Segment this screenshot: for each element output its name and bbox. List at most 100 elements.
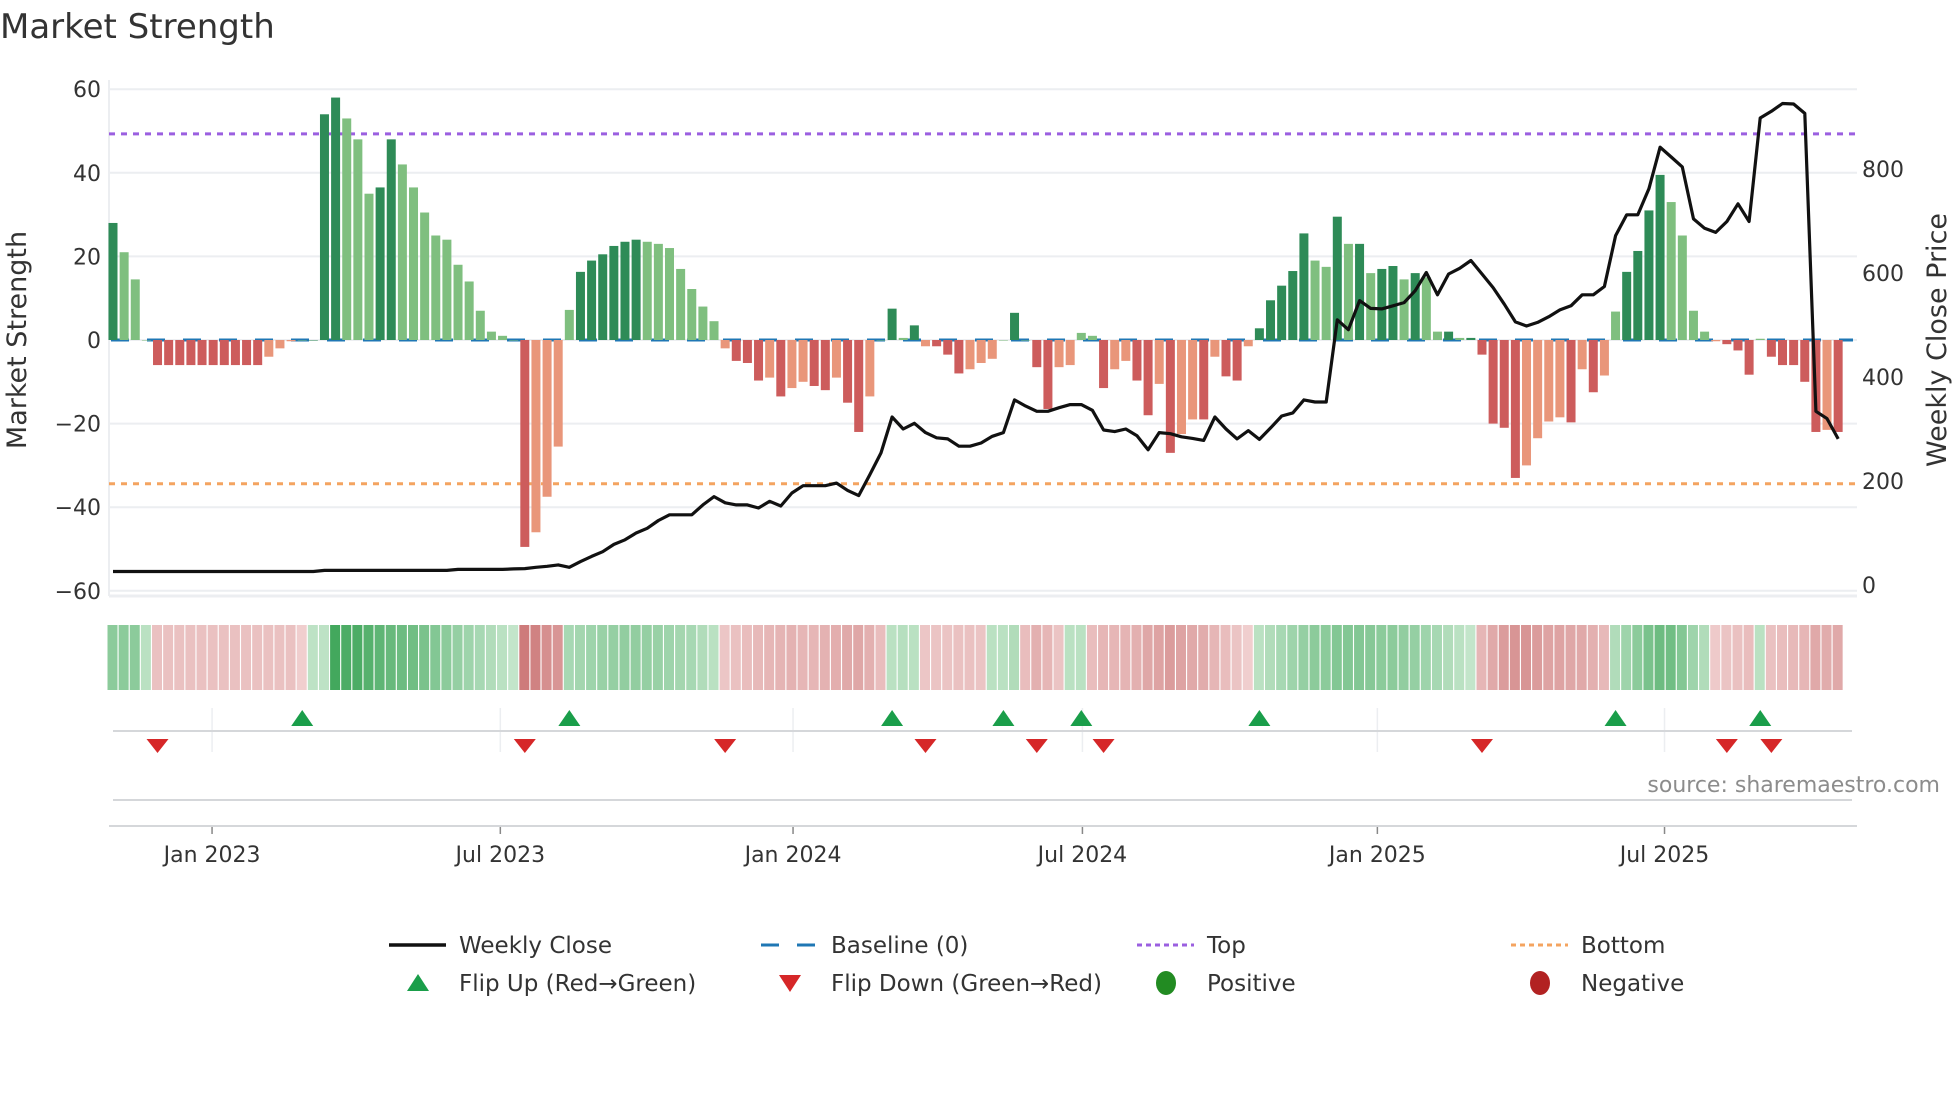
strength-bar: [575, 271, 585, 340]
heatmap-cell: [1610, 625, 1621, 690]
strength-bar: [242, 340, 252, 366]
heatmap-cell: [574, 625, 585, 690]
strength-bar: [665, 248, 674, 340]
x-tick-label: Jul 2023: [454, 843, 546, 868]
strength-bar: [1188, 340, 1198, 420]
strength-bar: [197, 340, 207, 366]
heatmap-cell: [1354, 625, 1365, 690]
heatmap-cell: [1699, 625, 1710, 690]
heatmap-cell: [1765, 625, 1776, 690]
heatmap-cell: [1020, 625, 1031, 690]
strength-bar: [765, 340, 775, 378]
strength-bar: [453, 264, 463, 340]
strength-bar: [1744, 340, 1754, 375]
strength-bar: [1566, 340, 1576, 423]
heatmap-cell: [541, 625, 552, 690]
heatmap-cell: [1710, 625, 1721, 690]
heatmap-cell: [341, 625, 352, 690]
heatmap-cell: [686, 625, 697, 690]
triangle-down-icon: [779, 975, 801, 992]
flip-up-marker-icon: [881, 710, 904, 726]
strength-bar: [353, 139, 363, 340]
heatmap-cell: [1342, 625, 1353, 690]
legend: Weekly Close Baseline (0) Top Bottom Flip Up…: [389, 933, 1684, 997]
heatmap-cell: [1821, 625, 1832, 690]
heatmap-cell: [374, 625, 385, 690]
strength-bar: [141, 340, 151, 341]
triangle-up-icon: [407, 974, 429, 991]
heatmap-cell: [719, 625, 730, 690]
strength-bar: [153, 340, 163, 366]
heatmap-cell: [430, 625, 441, 690]
heatmap-cell: [664, 625, 674, 690]
heatmap-cell: [1532, 625, 1543, 690]
strength-bar: [1355, 243, 1365, 340]
heatmap-cell: [296, 625, 307, 690]
strength-bar: [709, 321, 719, 340]
flip-up-marker-icon: [992, 710, 1015, 726]
heatmap-cell: [252, 625, 263, 690]
strength-bar: [776, 340, 786, 397]
strength-bar: [1254, 328, 1264, 340]
legend-label: Bottom: [1581, 933, 1665, 959]
strength-bar: [486, 331, 496, 340]
strength-bar: [1121, 340, 1131, 361]
heatmap-cell: [797, 625, 808, 690]
strength-bar: [976, 340, 986, 363]
strength-bar: [331, 97, 341, 340]
strength-bar: [1199, 340, 1209, 420]
strength-bar: [1432, 331, 1442, 340]
y-tick-label: −40: [55, 496, 101, 521]
heatmap-cell: [1498, 625, 1509, 690]
legend-label: Flip Up (Red→Green): [459, 971, 696, 997]
y-tick-label: −60: [55, 580, 101, 605]
heatmap-cell: [997, 625, 1008, 690]
heatmap-cell: [1298, 625, 1309, 690]
heatmap-cell: [1265, 625, 1276, 690]
heatmap-cell: [675, 625, 686, 690]
strength-bar: [1076, 332, 1086, 340]
strength-bar: [1666, 202, 1676, 340]
heatmap-cell: [463, 625, 474, 690]
strength-bar: [431, 235, 441, 340]
strength-bar: [1555, 340, 1565, 418]
heatmap-cell: [1031, 625, 1042, 690]
heatmap-cell: [1543, 625, 1554, 690]
strength-bar: [1700, 331, 1710, 340]
heatmap-cell: [485, 625, 496, 690]
strength-bar: [1688, 310, 1698, 340]
strength-bar: [731, 340, 741, 361]
strength-bar: [587, 260, 597, 340]
heatmap-cell: [1465, 625, 1476, 690]
strength-bar: [876, 340, 886, 341]
heatmap-cell: [586, 625, 597, 690]
heatmap-cell: [1365, 625, 1376, 690]
legend-label: Baseline (0): [831, 933, 968, 959]
heatmap-cell: [964, 625, 975, 690]
heatmap-cell: [1053, 625, 1064, 690]
circle-negative-icon: [1530, 971, 1550, 995]
y2-tick-label: 200: [1862, 470, 1904, 495]
source-label: source: sharemaestro.com: [1647, 773, 1940, 798]
heatmap-cell: [1799, 625, 1810, 690]
heatmap-cell: [452, 625, 463, 690]
heatmap-cell: [1187, 625, 1198, 690]
heatmap-cell: [330, 625, 341, 690]
strength-bar: [130, 279, 140, 340]
legend-item: Positive: [1156, 971, 1296, 997]
heatmap-cell: [218, 625, 229, 690]
strength-bar: [319, 114, 329, 340]
strength-bar: [1143, 340, 1153, 416]
strength-bar: [375, 187, 385, 340]
heatmap-cell: [1487, 625, 1498, 690]
heatmap-cell: [1075, 625, 1086, 690]
strength-bar: [1032, 340, 1042, 368]
heatmap-cell: [1109, 625, 1120, 690]
heatmap-cell: [1175, 625, 1186, 690]
legend-item: Top: [1137, 933, 1246, 959]
heatmap-cell: [1431, 625, 1442, 690]
flip-up-marker-icon: [1604, 710, 1627, 726]
strength-bar: [1488, 340, 1498, 424]
strength-bar: [1132, 340, 1142, 381]
heatmap-cell: [163, 625, 174, 690]
